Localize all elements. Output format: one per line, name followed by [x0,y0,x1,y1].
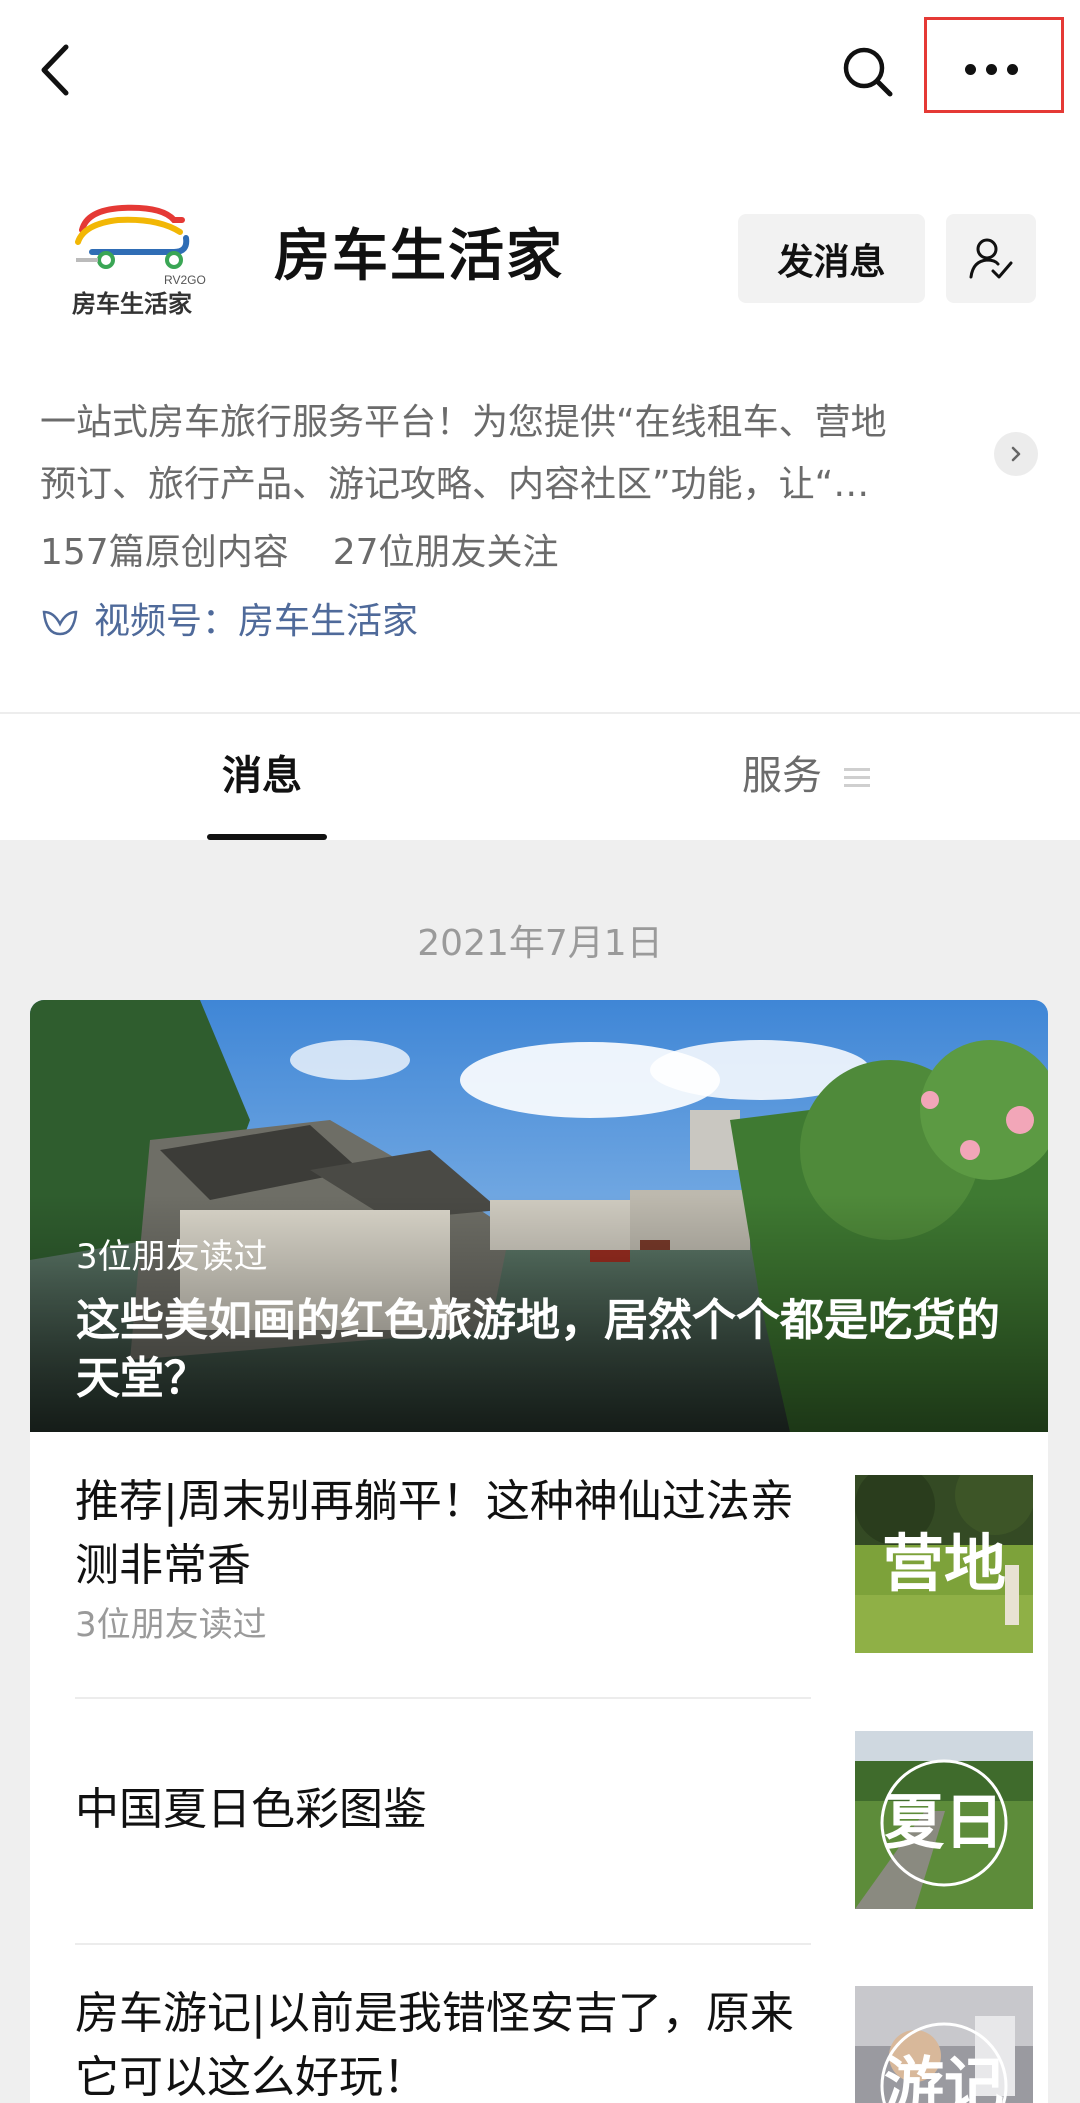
video-channel-label: 视频号：房车生活家 [94,601,419,642]
more-icon [965,60,1028,79]
logo-image: RV2GO 房车生活家 [72,204,206,318]
article-title: 中国夏日色彩图鉴 [75,1784,427,1835]
search-icon [843,47,893,97]
back-button[interactable] [30,35,80,105]
article-title: 推荐|周末别再躺平！这种神仙过法亲测非常香 [75,1476,794,1591]
article-thumbnail: 夏日 [855,1731,1033,1909]
tab-services-label: 服务 [742,753,822,799]
user-check-icon [969,238,1013,278]
article-list-item[interactable]: 中国夏日色彩图鉴 夏日 [75,1720,1033,1920]
logo-text: 房车生活家 [72,290,192,318]
chevron-left-icon [41,44,69,96]
chevron-right-icon [1011,446,1021,462]
original-count: 157篇原创内容 [40,532,289,573]
article-card: 3位朋友读过 这些美如画的红色旅游地，居然个个都是吃货的天堂？ 推荐|周末别再躺… [30,1000,1048,2103]
article-read-count: 3位朋友读过 [75,1605,267,1645]
article-list-item[interactable]: 推荐|周末别再躺平！这种神仙过法亲测非常香 3位朋友读过 营地 [75,1470,1033,1670]
article-list-item[interactable]: 房车游记|以前是我错怪安吉了，原来它可以这么好玩！ 游记 [75,1968,1033,2103]
cover-article[interactable]: 3位朋友读过 这些美如画的红色旅游地，居然个个都是吃货的天堂？ [30,1000,1048,1432]
cover-read-count: 3位朋友读过 [76,1237,268,1277]
account-name: 房车生活家 [274,224,564,289]
thumbnail-text: 游记 [884,2051,1004,2103]
send-message-button[interactable]: 发消息 [738,214,925,303]
search-button[interactable] [836,40,900,104]
article-title: 房车游记|以前是我错怪安吉了，原来它可以这么好玩！ [75,1988,794,2103]
cover-title: 这些美如画的红色旅游地，居然个个都是吃货的天堂？ [76,1295,1000,1404]
thumbnail-text: 营地 [882,1527,1006,1600]
divider [0,712,1080,714]
more-options-button[interactable] [924,17,1064,113]
menu-icon [844,768,870,787]
article-thumbnail: 游记 [855,1986,1033,2103]
thumbnail-text: 夏日 [884,1788,1004,1858]
account-stats: 157篇原创内容 27位朋友关注 [40,523,559,583]
top-bar [0,0,1080,140]
account-description[interactable]: 一站式房车旅行服务平台！为您提供“在线租车、营地 预订、旅行产品、游记攻略、内容… [40,392,990,516]
tab-services[interactable]: 服务 [742,746,870,806]
description-line: 预订、旅行产品、游记攻略、内容社区”功能，让“… [40,464,870,505]
account-logo[interactable]: RV2GO 房车生活家 [62,190,212,330]
logo-sub-text: RV2GO [164,273,206,287]
video-channel-link[interactable]: 视频号：房车生活家 [40,592,418,652]
list-divider [75,1943,811,1945]
article-thumbnail: 营地 [855,1475,1033,1653]
follower-count: 27位朋友关注 [332,532,559,573]
description-expand-button[interactable] [994,432,1038,476]
tab-messages[interactable]: 消息 [222,746,302,806]
feed-date: 2021年7月1日 [417,923,663,964]
list-divider [75,1697,811,1699]
video-channel-icon [42,610,78,636]
description-line: 一站式房车旅行服务平台！为您提供“在线租车、营地 [40,402,887,443]
follow-button[interactable] [946,214,1036,303]
